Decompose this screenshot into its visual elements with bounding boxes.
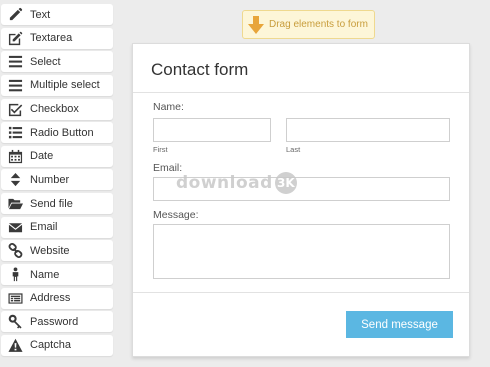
- palette-item-label: Website: [30, 244, 70, 257]
- form-title: Contact form: [151, 60, 249, 79]
- palette-item-label: Select: [30, 55, 61, 68]
- pencil-icon: [4, 4, 26, 25]
- palette-item-name[interactable]: Name: [1, 264, 113, 286]
- palette-item-send-file[interactable]: Send file: [1, 193, 113, 215]
- palette-item-multiple-select[interactable]: Multiple select: [1, 74, 113, 96]
- palette-item-label: Radio Button: [30, 126, 94, 139]
- palette-item-select[interactable]: Select: [1, 51, 113, 73]
- first-sublabel: First: [153, 145, 168, 154]
- palette-item-label: Checkbox: [30, 103, 79, 116]
- calendar-icon: [4, 146, 26, 167]
- person-icon: [4, 264, 26, 285]
- palette-item-label: Password: [30, 315, 79, 328]
- palette-item-label: Text: [30, 8, 51, 21]
- address-card-icon: [4, 288, 26, 309]
- warning-icon: [4, 335, 26, 356]
- envelope-icon: [4, 217, 26, 238]
- palette-item-password[interactable]: Password: [1, 311, 113, 333]
- message-textarea[interactable]: [153, 224, 450, 279]
- palette-item-label: Textarea: [30, 32, 73, 45]
- message-label: Message:: [153, 209, 199, 221]
- field-palette: Text Textarea Select Multiple select Che…: [1, 4, 113, 359]
- palette-item-label: Date: [30, 150, 54, 163]
- palette-item-label: Send file: [30, 197, 73, 210]
- watermark: download 3K: [176, 172, 297, 194]
- palette-item-captcha[interactable]: Captcha: [1, 334, 113, 356]
- lines-icon: [4, 51, 26, 72]
- palette-item-textarea[interactable]: Textarea: [1, 27, 113, 49]
- contact-form: Contact form Name: First Last Email: Mes…: [132, 43, 470, 357]
- drag-hint-label: Drag elements to form: [269, 19, 368, 30]
- checkbox-icon: [4, 99, 26, 120]
- palette-item-label: Captcha: [30, 339, 71, 352]
- palette-item-website[interactable]: Website: [1, 240, 113, 262]
- palette-item-text[interactable]: Text: [1, 4, 113, 25]
- palette-item-address[interactable]: Address: [1, 287, 113, 309]
- folder-open-icon: [4, 193, 26, 214]
- palette-item-email[interactable]: Email: [1, 216, 113, 238]
- palette-item-label: Multiple select: [30, 79, 100, 92]
- sort-icon: [4, 169, 26, 190]
- last-name-input[interactable]: [286, 118, 450, 142]
- lines-icon: [4, 75, 26, 96]
- palette-item-number[interactable]: Number: [1, 169, 113, 191]
- watermark-logo: 3K: [274, 172, 297, 194]
- palette-item-label: Name: [30, 268, 60, 281]
- title-divider: [133, 92, 469, 93]
- arrow-down-icon: [247, 15, 265, 35]
- palette-item-date[interactable]: Date: [1, 145, 113, 167]
- list-icon: [4, 122, 26, 143]
- palette-item-label: Email: [30, 221, 58, 234]
- first-name-input[interactable]: [153, 118, 271, 142]
- palette-item-label: Address: [30, 292, 71, 305]
- send-message-button[interactable]: Send message: [346, 311, 453, 338]
- palette-item-checkbox[interactable]: Checkbox: [1, 98, 113, 120]
- footer-divider: [133, 292, 469, 293]
- palette-item-radio-button[interactable]: Radio Button: [1, 122, 113, 144]
- last-sublabel: Last: [286, 145, 301, 154]
- key-icon: [4, 311, 26, 332]
- drag-hint: Drag elements to form: [242, 10, 375, 39]
- edit-icon: [4, 28, 26, 49]
- watermark-text: download: [176, 173, 273, 193]
- name-label: Name:: [153, 101, 184, 113]
- link-icon: [4, 240, 26, 261]
- palette-item-label: Number: [30, 173, 70, 186]
